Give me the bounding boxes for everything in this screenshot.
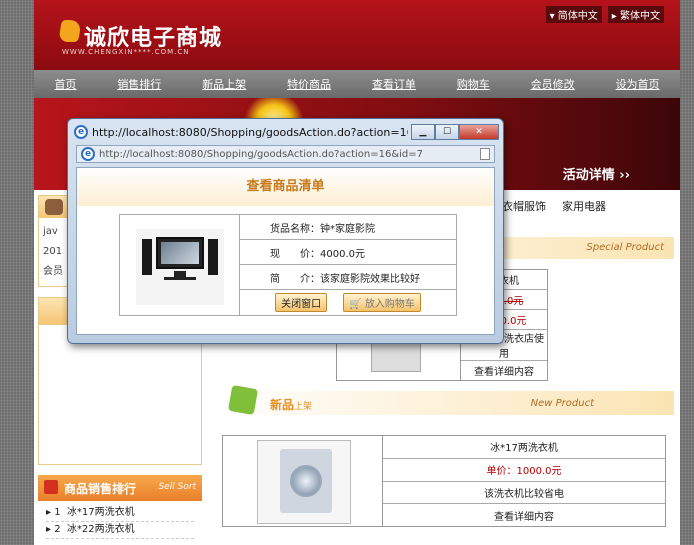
new-products-header: 新品上架 New Product (214, 384, 674, 416)
nav-member-edit[interactable]: 会员修改 (531, 76, 575, 92)
add-to-cart-button[interactable]: 🛒 放入购物车 (343, 293, 421, 312)
new-product-desc: 该洗衣机比较省电 (383, 482, 665, 505)
maximize-button[interactable]: ☐ (435, 124, 459, 140)
goods-desc-row: 简 介： 该家庭影院效果比较好 (240, 265, 456, 290)
site-header: 诚欣电子商城 WWW.CHENGXIN****.COM.CN ▾ 简体中文 ▸ … (34, 0, 680, 70)
avatar-icon (45, 199, 63, 215)
address-url: http://localhost:8080/Shopping/goodsActi… (99, 148, 424, 160)
new-product-card: 冰*17两洗衣机 单价：1000.0元 该洗衣机比较省电 查看详细内容 (222, 435, 666, 527)
new-product-price: 单价：1000.0元 (383, 459, 665, 482)
speaker-left (142, 239, 152, 275)
rank-icon (44, 480, 58, 494)
sales-rank-subtitle: Sell Sort (158, 482, 196, 492)
new-product-image[interactable] (257, 440, 351, 524)
ie-icon: e (74, 125, 88, 139)
new-product-name: 冰*17两洗衣机 (383, 436, 665, 459)
popup-window: e http://localhost:8080/Shopping/goodsAc… (67, 118, 504, 344)
ie-icon: e (81, 147, 95, 161)
nav-cart[interactable]: 购物车 (457, 76, 490, 92)
nav-orders[interactable]: 查看订单 (372, 76, 416, 92)
language-bar: ▾ 简体中文 ▸ 繁体中文 (545, 6, 664, 23)
special-detail-link[interactable]: 查看详细内容 (461, 361, 547, 380)
home-theater-image (136, 229, 224, 305)
goods-name-row: 货品名称： 钟*家庭影院 (240, 215, 456, 240)
logo-url: WWW.CHENGXIN****.COM.CN (62, 48, 190, 56)
rank-item[interactable]: ▸ 2 冰*22两洗衣机 (46, 522, 194, 539)
goods-price: 4000.0元 (320, 248, 365, 260)
sales-rank-list: ▸ 1 冰*17两洗衣机 ▸ 2 冰*22两洗衣机 (38, 501, 202, 543)
category-clothing[interactable]: 衣帽服饰 (502, 198, 546, 214)
lang-simplified-link[interactable]: ▾ 简体中文 (545, 6, 602, 23)
popup-titlebar[interactable]: e http://localhost:8080/Shopping/goodsAc… (74, 122, 499, 142)
dice-icon (227, 384, 259, 416)
new-products-subtitle: New Product (530, 398, 594, 409)
search-box (38, 325, 202, 465)
popup-title: http://localhost:8080/Shopping/goodsActi… (92, 125, 408, 139)
tv-image (156, 237, 204, 269)
nav-sales-rank[interactable]: 销售排行 (117, 76, 161, 92)
address-bar[interactable]: e http://localhost:8080/Shopping/goodsAc… (76, 145, 495, 163)
window-controls: ▁ ☐ ✕ (411, 124, 499, 140)
close-popup-button[interactable]: 关闭窗口 (275, 293, 328, 312)
goods-price-row: 现 价： 4000.0元 (240, 240, 456, 265)
goods-desc: 该家庭影院效果比较好 (320, 273, 420, 285)
popup-body: 查看商品清单 货品名称： 钟*家庭影院 现 价： 4000.0元 简 介： 该家庭影院… (76, 167, 495, 335)
new-product-image-cell (223, 436, 383, 526)
new-product-info: 冰*17两洗衣机 单价：1000.0元 该洗衣机比较省电 查看详细内容 (383, 436, 665, 526)
lang-traditional-link[interactable]: ▸ 繁体中文 (607, 6, 664, 23)
speaker-right (208, 239, 218, 275)
nav-new-arrivals[interactable]: 新品上架 (202, 76, 246, 92)
sales-rank-title: 商品销售排行 (64, 482, 137, 496)
goods-actions: 关闭窗口 🛒 放入购物车 (240, 290, 456, 315)
minimize-button[interactable]: ▁ (411, 124, 435, 140)
nav-specials[interactable]: 特价商品 (287, 76, 331, 92)
category-appliances[interactable]: 家用电器 (562, 198, 606, 214)
main-nav: 首页 销售排行 新品上架 特价商品 查看订单 购物车 会员修改 设为首页 (34, 70, 680, 98)
rank-item[interactable]: ▸ 1 冰*17两洗衣机 (46, 505, 194, 522)
nav-home[interactable]: 首页 (54, 76, 76, 92)
goods-info: 货品名称： 钟*家庭影院 现 价： 4000.0元 简 介： 该家庭影院效果比较好 关… (240, 215, 456, 315)
washer-image (280, 449, 332, 513)
close-window-button[interactable]: ✕ (459, 124, 499, 140)
nav-set-homepage[interactable]: 设为首页 (616, 76, 660, 92)
goods-table: 货品名称： 钟*家庭影院 现 价： 4000.0元 简 介： 该家庭影院效果比较好 关… (119, 214, 457, 316)
popup-heading: 查看商品清单 (77, 168, 494, 206)
logo-icon (58, 20, 82, 42)
goods-image-cell (120, 215, 240, 315)
new-product-detail-link[interactable]: 查看详细内容 (383, 504, 665, 526)
goods-name: 钟*家庭影院 (320, 223, 375, 235)
sales-rank-header: 商品销售排行 Sell Sort (38, 475, 202, 501)
new-products-title: 新品上架 (270, 398, 313, 412)
special-product-title: Special Product (586, 242, 664, 253)
page-icon[interactable] (480, 148, 490, 160)
banner-cta[interactable]: 活动详情 ›› (563, 164, 630, 183)
